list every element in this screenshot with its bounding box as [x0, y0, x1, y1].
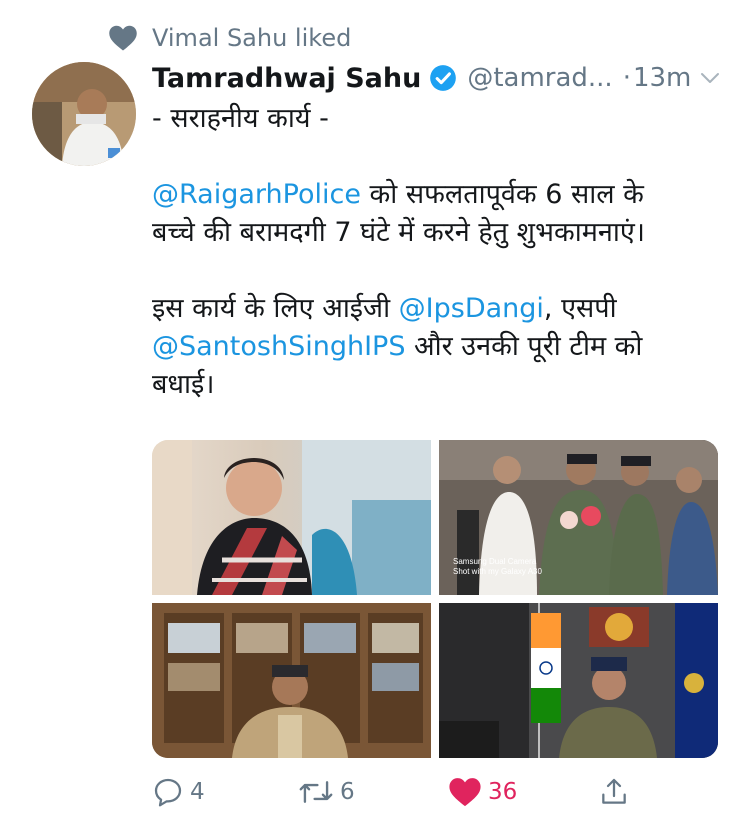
reply-button[interactable]: 4: [152, 772, 205, 812]
tweet-body: - सराहनीय कार्य - @RaigarhPolice को सफलत…: [152, 100, 712, 404]
author-handle[interactable]: @tamrad...: [467, 63, 612, 93]
share-icon: [602, 778, 626, 804]
photo-police-group[interactable]: Samsung Dual Camera Shot with my Galaxy …: [439, 440, 718, 595]
photo-officer-bookshelf[interactable]: [152, 603, 431, 758]
social-context[interactable]: Vimal Sahu liked: [108, 22, 351, 54]
tweet-text-span: को सफलतापूर्वक 6 साल के: [360, 179, 644, 210]
retweet-icon: [299, 781, 333, 803]
liked-by-text: Vimal Sahu liked: [152, 24, 352, 52]
avatar-image: [32, 62, 136, 166]
tweet-line: बच्चे की बरामदगी 7 घंटे में करने हेतु शु…: [152, 217, 645, 248]
photo-boy[interactable]: [152, 440, 431, 595]
heart-icon: [109, 25, 137, 51]
mention-link[interactable]: @SantoshSinghIPS: [152, 331, 405, 362]
author-avatar[interactable]: [32, 62, 136, 166]
heart-filled-icon: [449, 778, 481, 807]
photo-officer-flags[interactable]: [439, 603, 718, 758]
media-grid: Samsung Dual Camera Shot with my Galaxy …: [152, 440, 718, 758]
tweet-text-span: , एसपी: [543, 293, 617, 324]
mention-link[interactable]: @IpsDangi: [399, 293, 544, 324]
tweet-line: @RaigarhPolice को सफलतापूर्वक 6 साल के: [152, 176, 712, 214]
separator-dot: ·: [622, 63, 631, 93]
verified-badge-icon: [430, 65, 457, 91]
tweet-text-span: और उनकी पूरी टीम को: [405, 331, 643, 362]
mention-link[interactable]: @RaigarhPolice: [152, 179, 361, 210]
camera-watermark: Samsung Dual Camera Shot with my Galaxy …: [453, 557, 542, 576]
tweet-line: इस कार्य के लिए आईजी @IpsDangi, एसपी: [152, 290, 712, 328]
tweet-line: बधाई।: [152, 369, 215, 400]
reply-icon: [154, 778, 182, 807]
tweet-text-span: इस कार्य के लिए आईजी: [152, 293, 399, 324]
share-button[interactable]: [598, 772, 636, 812]
chevron-down-icon[interactable]: [698, 66, 722, 90]
tweet-timestamp[interactable]: 13m: [633, 63, 691, 93]
tweet-line: - सराहनीय कार्य -: [152, 103, 329, 134]
reply-count: 4: [190, 779, 205, 805]
like-count: 36: [488, 779, 518, 805]
tweet-actions: 4 6 36: [152, 772, 712, 812]
retweet-button[interactable]: 6: [298, 772, 355, 812]
like-button[interactable]: 36: [448, 772, 517, 812]
retweet-count: 6: [340, 779, 355, 805]
tweet-line: @SantoshSinghIPS और उनकी पूरी टीम को: [152, 328, 712, 366]
tweet-header: Tamradhwaj Sahu @tamrad... · 13m: [152, 58, 722, 98]
author-name[interactable]: Tamradhwaj Sahu: [152, 63, 421, 94]
